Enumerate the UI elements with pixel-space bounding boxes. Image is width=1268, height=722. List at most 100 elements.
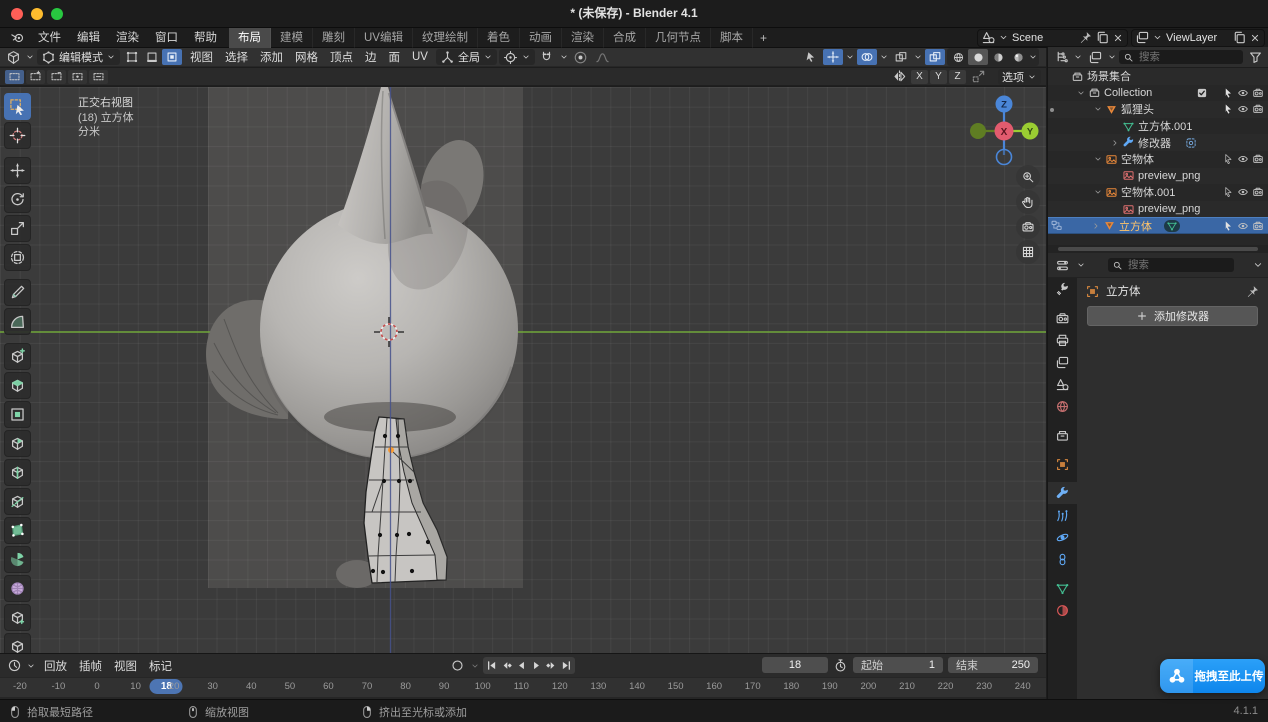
properties-tab-scene[interactable] xyxy=(1048,373,1077,395)
selmode-subtract-button[interactable] xyxy=(47,70,66,84)
tool-transform[interactable] xyxy=(4,244,31,271)
tool-loop-cut[interactable] xyxy=(4,459,31,486)
toggle-xray-button[interactable] xyxy=(925,49,945,65)
auto-keyframe-toggle[interactable] xyxy=(447,658,467,674)
outliner-row-6[interactable]: preview_png xyxy=(1048,168,1268,185)
scene-selector[interactable]: Scene xyxy=(977,29,1128,47)
expand-closed-icon[interactable] xyxy=(1088,221,1103,231)
outliner-row-8[interactable]: preview_png xyxy=(1048,201,1268,218)
chevron-down-icon[interactable] xyxy=(1252,259,1264,271)
tool-cursor[interactable] xyxy=(4,122,31,149)
pin-icon[interactable] xyxy=(1245,284,1260,299)
options-dropdown[interactable]: 选项 xyxy=(998,69,1041,85)
workspace-tab-3[interactable]: UV编辑 xyxy=(355,28,413,48)
workspace-tab-1[interactable]: 建模 xyxy=(271,28,313,48)
gizmos-toggle[interactable] xyxy=(823,49,843,65)
pivot-point-dropdown[interactable] xyxy=(499,49,535,65)
outliner-row-5[interactable]: 空物体 xyxy=(1048,151,1268,168)
properties-tab-physics[interactable] xyxy=(1048,526,1077,548)
timeline-menu-1[interactable]: 插帧 xyxy=(73,658,108,674)
proportional-falloff-dropdown[interactable] xyxy=(593,49,613,65)
viewport-canvas[interactable]: 正交右视图 (18) 立方体 分米 Z Y X xyxy=(0,87,1046,653)
chevron-down-icon[interactable] xyxy=(879,52,889,62)
duplicate-icon[interactable] xyxy=(1232,30,1247,45)
viewport-menu-3[interactable]: 网格 xyxy=(289,49,324,65)
upload-dropzone-button[interactable]: 拖拽至此上传 xyxy=(1160,659,1265,693)
transform-orientation-dropdown[interactable]: 全局 xyxy=(436,49,497,65)
snap-toggle[interactable] xyxy=(537,49,557,65)
mirror-axis-x-button[interactable]: X xyxy=(911,70,928,84)
select-arrow-light-toggle[interactable] xyxy=(1221,153,1235,165)
select-arrow-light-toggle[interactable] xyxy=(1221,186,1235,198)
properties-tab-render[interactable] xyxy=(1048,307,1077,329)
select-arrow-toggle[interactable] xyxy=(1221,103,1235,115)
workspace-tab-9[interactable]: 几何节点 xyxy=(646,28,711,48)
tool-edge-slide[interactable] xyxy=(4,604,31,631)
shade-solid-button[interactable] xyxy=(968,49,988,65)
chevron-down-icon[interactable] xyxy=(1028,52,1038,62)
properties-tab-particles[interactable] xyxy=(1048,504,1077,526)
outliner-row-1[interactable]: Collection xyxy=(1048,85,1268,102)
tool-select-box[interactable] xyxy=(4,93,31,120)
selmode-new-button[interactable] xyxy=(5,70,24,84)
properties-tab-collection[interactable] xyxy=(1048,424,1077,446)
select-arrow-toggle[interactable] xyxy=(1221,87,1235,99)
tool-smooth[interactable] xyxy=(4,575,31,602)
viewport-menu-5[interactable]: 边 xyxy=(359,49,383,65)
play-button[interactable] xyxy=(529,658,544,673)
outliner-row-0[interactable]: 场景集合 xyxy=(1048,68,1268,85)
viewport-menu-7[interactable]: UV xyxy=(406,51,434,63)
proportional-editing-toggle[interactable] xyxy=(571,49,591,65)
outliner-row-9[interactable]: 立方体 xyxy=(1048,217,1268,234)
viewport-menu-0[interactable]: 视图 xyxy=(184,49,219,65)
viewport-menu-1[interactable]: 选择 xyxy=(219,49,254,65)
outliner-filter-mode[interactable] xyxy=(1085,49,1105,65)
timeline-editor-type[interactable] xyxy=(4,658,24,674)
zoom-window-button[interactable] xyxy=(51,8,63,20)
xray-toggle[interactable] xyxy=(891,49,911,65)
close-icon[interactable] xyxy=(1112,32,1124,44)
workspace-tab-6[interactable]: 动画 xyxy=(520,28,562,48)
workspace-tab-0[interactable]: 布局 xyxy=(229,28,271,48)
timeline-ruler[interactable]: 18 -20-100102030405060708090100110120130… xyxy=(0,677,1046,697)
properties-tab-constraints[interactable] xyxy=(1048,548,1077,570)
gizmo-z-neg-axis[interactable] xyxy=(997,150,1012,165)
workspace-tab-8[interactable]: 合成 xyxy=(604,28,646,48)
eye-toggle[interactable] xyxy=(1236,186,1250,198)
outliner-search[interactable] xyxy=(1119,50,1243,64)
selmode-intersect-button[interactable] xyxy=(89,70,108,84)
properties-tab-view-layer[interactable] xyxy=(1048,351,1077,373)
outliner-row-3[interactable]: 立方体.001 xyxy=(1048,118,1268,135)
mirror-axis-z-button[interactable]: Z xyxy=(949,70,966,84)
expand-open-icon[interactable] xyxy=(1090,104,1105,114)
tool-poly-build[interactable] xyxy=(4,517,31,544)
tool-spin[interactable] xyxy=(4,546,31,573)
expand-closed-icon[interactable] xyxy=(1107,138,1122,148)
outliner-scrollbar[interactable] xyxy=(1047,245,1268,253)
shade-material-button[interactable] xyxy=(988,49,1008,65)
menu-2[interactable]: 渲染 xyxy=(108,28,147,48)
eye-toggle[interactable] xyxy=(1236,103,1250,115)
viewport-menu-6[interactable]: 面 xyxy=(383,49,407,65)
properties-tab-material[interactable] xyxy=(1048,599,1077,621)
checkbox-checked-icon[interactable] xyxy=(1196,87,1208,99)
outliner-display-mode[interactable] xyxy=(1051,49,1071,65)
mirror-toggle[interactable] xyxy=(889,69,909,85)
subsurf-icon[interactable] xyxy=(1185,137,1197,149)
outliner-filter-button[interactable] xyxy=(1245,49,1265,65)
expand-open-icon[interactable] xyxy=(1090,187,1105,197)
camera-button[interactable] xyxy=(1016,215,1040,239)
properties-search[interactable] xyxy=(1108,258,1234,272)
hand-button[interactable] xyxy=(1016,190,1040,214)
properties-tab-modifiers[interactable] xyxy=(1048,482,1077,504)
tool-move[interactable] xyxy=(4,157,31,184)
tool-knife[interactable] xyxy=(4,488,31,515)
tool-extrude-region[interactable] xyxy=(4,372,31,399)
close-icon[interactable] xyxy=(1249,32,1261,44)
mode-dropdown[interactable]: 编辑模式 xyxy=(37,49,120,65)
viewport-menu-2[interactable]: 添加 xyxy=(254,49,289,65)
stopwatch-icon[interactable] xyxy=(833,658,848,673)
play-reverse-button[interactable] xyxy=(514,658,529,673)
mirror-axis-y-button[interactable]: Y xyxy=(930,70,947,84)
tool-measure[interactable] xyxy=(4,308,31,335)
